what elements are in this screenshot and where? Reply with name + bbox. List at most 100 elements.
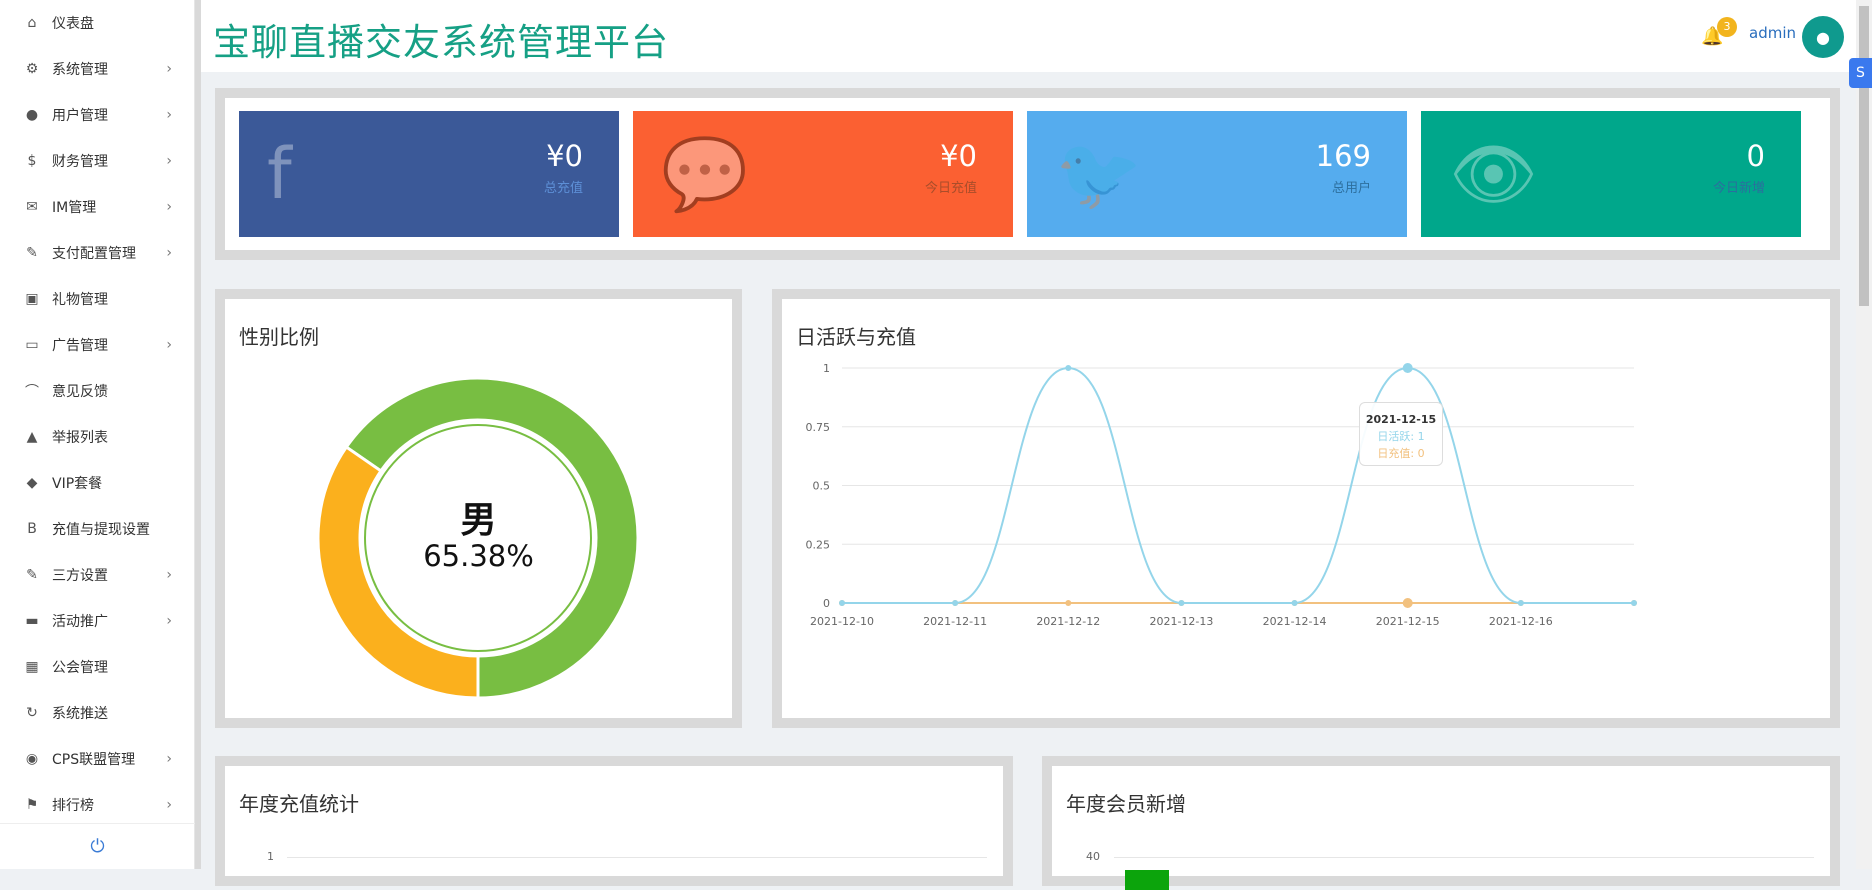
wrench-icon: ✎ (26, 245, 38, 261)
sidebar-item-10[interactable]: ◆ VIP套餐 (0, 460, 194, 506)
sidebar-item-label: 三方设置 (52, 568, 108, 584)
sidebar-item-label: 举报列表 (52, 430, 108, 446)
data-point[interactable] (1291, 600, 1298, 606)
chevron-right-icon[interactable]: › (166, 567, 172, 583)
chevron-right-icon[interactable]: › (166, 245, 172, 261)
sidebar-item-13[interactable]: ▬ 活动推广 › (0, 598, 194, 644)
user-icon: ● (25, 107, 39, 123)
sidebar-item-label: 公会管理 (52, 660, 108, 676)
chevron-right-icon[interactable]: › (166, 337, 172, 353)
sidebar-item-6[interactable]: ▣ 礼物管理 (0, 276, 194, 322)
stat-value: 169 (1315, 139, 1371, 173)
chevron-right-icon[interactable]: › (166, 613, 172, 629)
sidebar-item-label: 广告管理 (52, 338, 108, 354)
data-point[interactable] (1631, 600, 1637, 606)
user-icon: ● (1816, 27, 1830, 47)
chevron-right-icon[interactable]: › (166, 751, 172, 767)
stat-value: ¥0 (546, 139, 583, 173)
sidebar-item-2[interactable]: ● 用户管理 › (0, 92, 194, 138)
stat-label: 今日新增 (1712, 181, 1765, 196)
x-tick-label: 2021-12-14 (1263, 615, 1327, 628)
sidebar: ⌂ 仪表盘 ⚙ 系统管理 › ● 用户管理 › $ 财务管理 › ✉ IM管理 › ✎ 支付配置管理 › ▣ 礼物管… (0, 0, 195, 869)
sidebar-item-12[interactable]: ✎ 三方设置 › (0, 552, 194, 598)
data-point[interactable] (1065, 365, 1072, 371)
header: 宝聊直播交友系统管理平台 🔔 3 admin ● (201, 0, 1856, 72)
sidebar-item-14[interactable]: ▦ 公会管理 (0, 644, 194, 690)
sidebar-item-label: 充值与提现设置 (52, 522, 150, 538)
x-tick-label: 2021-12-15 (1376, 615, 1440, 628)
data-point[interactable] (1402, 363, 1413, 373)
sidebar-item-4[interactable]: ✉ IM管理 › (0, 184, 194, 230)
stat-card-2[interactable]: 🐦 169 总用户 (1027, 111, 1407, 237)
data-point[interactable] (839, 600, 845, 606)
daily-panel: 日活跃与充值 0 0.25 0.5 0.75 1 2021-12-10 2021-12-11… (772, 289, 1840, 728)
x-tick-label: 2021-12-10 (810, 615, 874, 628)
sidebar-scrollbar[interactable] (195, 0, 201, 869)
desktop-icon: ▭ (25, 337, 39, 353)
chevron-right-icon[interactable]: › (166, 199, 172, 215)
refresh-icon: ↻ (26, 705, 38, 721)
facebook-icon: f (267, 133, 292, 215)
stat-card-3[interactable]: 👁 0 今日新增 (1421, 111, 1801, 237)
y-tick-label: 0.25 (806, 538, 831, 551)
page-scrollbar[interactable] (1856, 0, 1872, 869)
sidebar-item-label: 支付配置管理 (52, 246, 136, 262)
floating-tool-button[interactable]: S (1849, 58, 1872, 88)
notification-badge[interactable]: 3 (1717, 17, 1737, 37)
chevron-right-icon[interactable]: › (166, 61, 172, 77)
sidebar-item-label: CPS联盟管理 (52, 752, 136, 768)
paperclip-icon: ⌒ (25, 384, 39, 400)
sidebar-item-17[interactable]: ⚑ 排行榜 › (0, 782, 194, 828)
gift-icon: ▣ (25, 291, 39, 307)
gender-panel: 性别比例 男 65.38% (215, 289, 742, 728)
cogs-icon: ⚙ (25, 61, 39, 77)
sidebar-item-1[interactable]: ⚙ 系统管理 › (0, 46, 194, 92)
data-point[interactable] (1178, 600, 1185, 606)
folder-icon: ▬ (25, 613, 39, 629)
stat-label: 总用户 (1331, 181, 1371, 196)
stat-card-1[interactable]: 💬 ¥0 今日充值 (633, 111, 1013, 237)
sidebar-item-label: 财务管理 (52, 154, 108, 170)
scrollbar-thumb[interactable] (1859, 6, 1869, 306)
sidebar-item-15[interactable]: ↻ 系统推送 (0, 690, 194, 736)
sidebar-item-11[interactable]: B 充值与提现设置 (0, 506, 194, 552)
yearly-recharge-title: 年度充值统计 (239, 792, 359, 816)
data-point[interactable] (952, 600, 959, 606)
sidebar-item-label: VIP套餐 (52, 476, 103, 492)
avatar[interactable]: ● (1802, 16, 1844, 58)
stat-card-0[interactable]: f ¥0 总充值 (239, 111, 619, 237)
sidebar-item-3[interactable]: $ 财务管理 › (0, 138, 194, 184)
envelope-icon: ✉ (26, 199, 38, 215)
sidebar-item-16[interactable]: ◉ CPS联盟管理 › (0, 736, 194, 782)
stat-label: 今日充值 (924, 181, 977, 196)
home-icon: ⌂ (27, 15, 37, 31)
sidebar-item-label: 系统管理 (52, 62, 108, 78)
sidebar-item-5[interactable]: ✎ 支付配置管理 › (0, 230, 194, 276)
x-tick-label: 2021-12-12 (1036, 615, 1100, 628)
stat-label: 总充值 (543, 181, 583, 196)
sidebar-item-label: 用户管理 (52, 108, 108, 124)
stat-value: 0 (1746, 139, 1765, 173)
yearly-members-gridline (1114, 857, 1814, 858)
yearly-members-panel: 年度会员新增 40 (1042, 756, 1840, 890)
chevron-right-icon[interactable]: › (166, 107, 172, 123)
chevron-right-icon[interactable]: › (166, 153, 172, 169)
yearly-members-bar (1125, 870, 1169, 890)
power-icon[interactable]: ⏻ (0, 823, 195, 869)
data-point[interactable] (1517, 600, 1524, 606)
sidebar-item-0[interactable]: ⌂ 仪表盘 (0, 0, 194, 46)
tooltip-active: 日活跃: 1 (1377, 430, 1425, 443)
sidebar-item-7[interactable]: ▭ 广告管理 › (0, 322, 194, 368)
sidebar-item-label: 仪表盘 (52, 16, 94, 32)
username-link[interactable]: admin (1749, 24, 1796, 42)
daily-line-chart: 0 0.25 0.5 0.75 1 2021-12-10 2021-12-11 2021-12… (806, 362, 1637, 628)
chevron-right-icon[interactable]: › (166, 797, 172, 813)
sidebar-item-label: IM管理 (52, 200, 97, 216)
data-point[interactable] (1065, 600, 1072, 606)
page-title: 宝聊直播交友系统管理平台 (213, 21, 669, 64)
sidebar-item-8[interactable]: ⌒ 意见反馈 (0, 368, 194, 414)
y-tick-label: 0.5 (813, 480, 831, 493)
x-tick-label: 2021-12-13 (1149, 615, 1213, 628)
sidebar-item-9[interactable]: ▲ 举报列表 (0, 414, 194, 460)
data-point[interactable] (1402, 598, 1413, 608)
